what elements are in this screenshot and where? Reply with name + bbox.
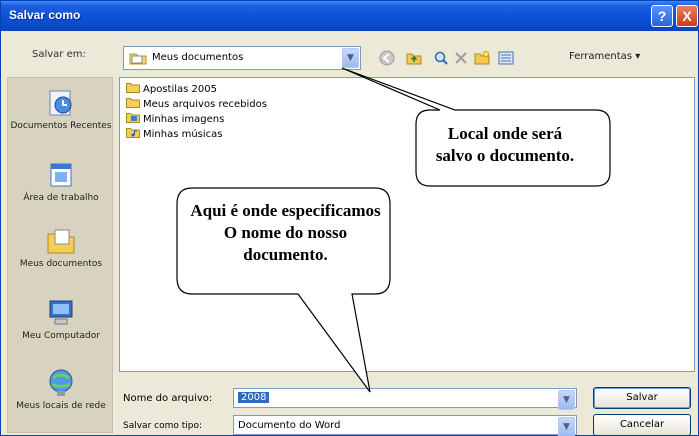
save-in-label: Salvar em:	[32, 49, 86, 60]
folder-icon	[126, 98, 140, 108]
back-icon[interactable]	[379, 50, 395, 66]
delete-icon[interactable]	[453, 50, 469, 66]
places-bar: Documentos Recentes Área de trabalho Meu…	[7, 77, 113, 433]
chevron-down-icon[interactable]: ▼	[558, 390, 575, 410]
place-network[interactable]: Meus locais de rede	[8, 368, 114, 412]
place-label: Meus locais de rede	[16, 401, 106, 411]
place-my-computer[interactable]: Meu Computador	[8, 298, 114, 342]
tools-menu[interactable]: Ferramentas ▾	[569, 51, 640, 62]
new-folder-icon[interactable]	[474, 50, 490, 66]
place-label: Área de trabalho	[23, 193, 99, 203]
list-item[interactable]: Meus arquivos recebidos	[126, 97, 267, 110]
place-label: Meus documentos	[19, 259, 103, 269]
window-title: Salvar como	[9, 8, 81, 22]
save-in-value: Meus documentos	[152, 52, 244, 63]
file-type-value: Documento do Word	[238, 420, 341, 431]
place-recent-documents[interactable]: Documentos Recentes	[8, 88, 114, 132]
file-name: Minhas imagens	[143, 114, 225, 125]
file-type-label: Salvar como tipo:	[123, 421, 203, 431]
list-item[interactable]: Minhas imagens	[126, 112, 224, 125]
file-type-dropdown[interactable]: Documento do Word ▼	[233, 415, 577, 436]
search-web-icon[interactable]	[433, 50, 449, 66]
list-item[interactable]: Minhas músicas	[126, 127, 223, 140]
file-name: Minhas músicas	[143, 129, 223, 140]
title-bar[interactable]: Salvar como ? X	[1, 1, 698, 31]
views-icon[interactable]	[498, 50, 514, 66]
chevron-down-icon[interactable]: ▼	[342, 48, 359, 68]
file-name-field[interactable]: 2008 ▼	[233, 388, 577, 410]
save-in-dropdown[interactable]: Meus documentos ▼	[123, 46, 361, 70]
file-name: Meus arquivos recebidos	[143, 99, 267, 110]
help-button[interactable]: ?	[651, 5, 673, 27]
cancel-button[interactable]: Cancelar	[593, 414, 691, 436]
place-label: Meu Computador	[22, 331, 100, 341]
list-item[interactable]: Apostilas 2005	[126, 82, 217, 95]
my-computer-icon	[49, 300, 73, 325]
folder-icon	[129, 53, 147, 65]
file-name: Apostilas 2005	[143, 84, 217, 95]
up-folder-icon[interactable]	[406, 50, 422, 66]
place-label: Documentos Recentes	[10, 121, 112, 131]
my-documents-icon	[47, 229, 75, 254]
close-button[interactable]: X	[676, 5, 698, 27]
file-name-value: 2008	[238, 392, 270, 403]
pictures-folder-icon	[126, 113, 140, 123]
network-places-icon	[49, 369, 73, 396]
save-button[interactable]: Salvar	[593, 387, 691, 409]
desktop-icon	[50, 163, 72, 187]
callout-location-text: Local onde será salvo o documento.	[435, 124, 575, 165]
file-name-label: Nome do arquivo:	[123, 393, 213, 404]
place-desktop[interactable]: Área de trabalho	[8, 160, 114, 204]
folder-icon	[126, 83, 140, 93]
place-my-documents[interactable]: Meus documentos	[8, 226, 114, 270]
music-folder-icon	[126, 128, 140, 138]
recent-documents-icon	[49, 90, 72, 116]
chevron-down-icon[interactable]: ▼	[558, 417, 575, 436]
callout-name-text: Aqui é onde especificamos O nome do noss…	[190, 201, 381, 264]
